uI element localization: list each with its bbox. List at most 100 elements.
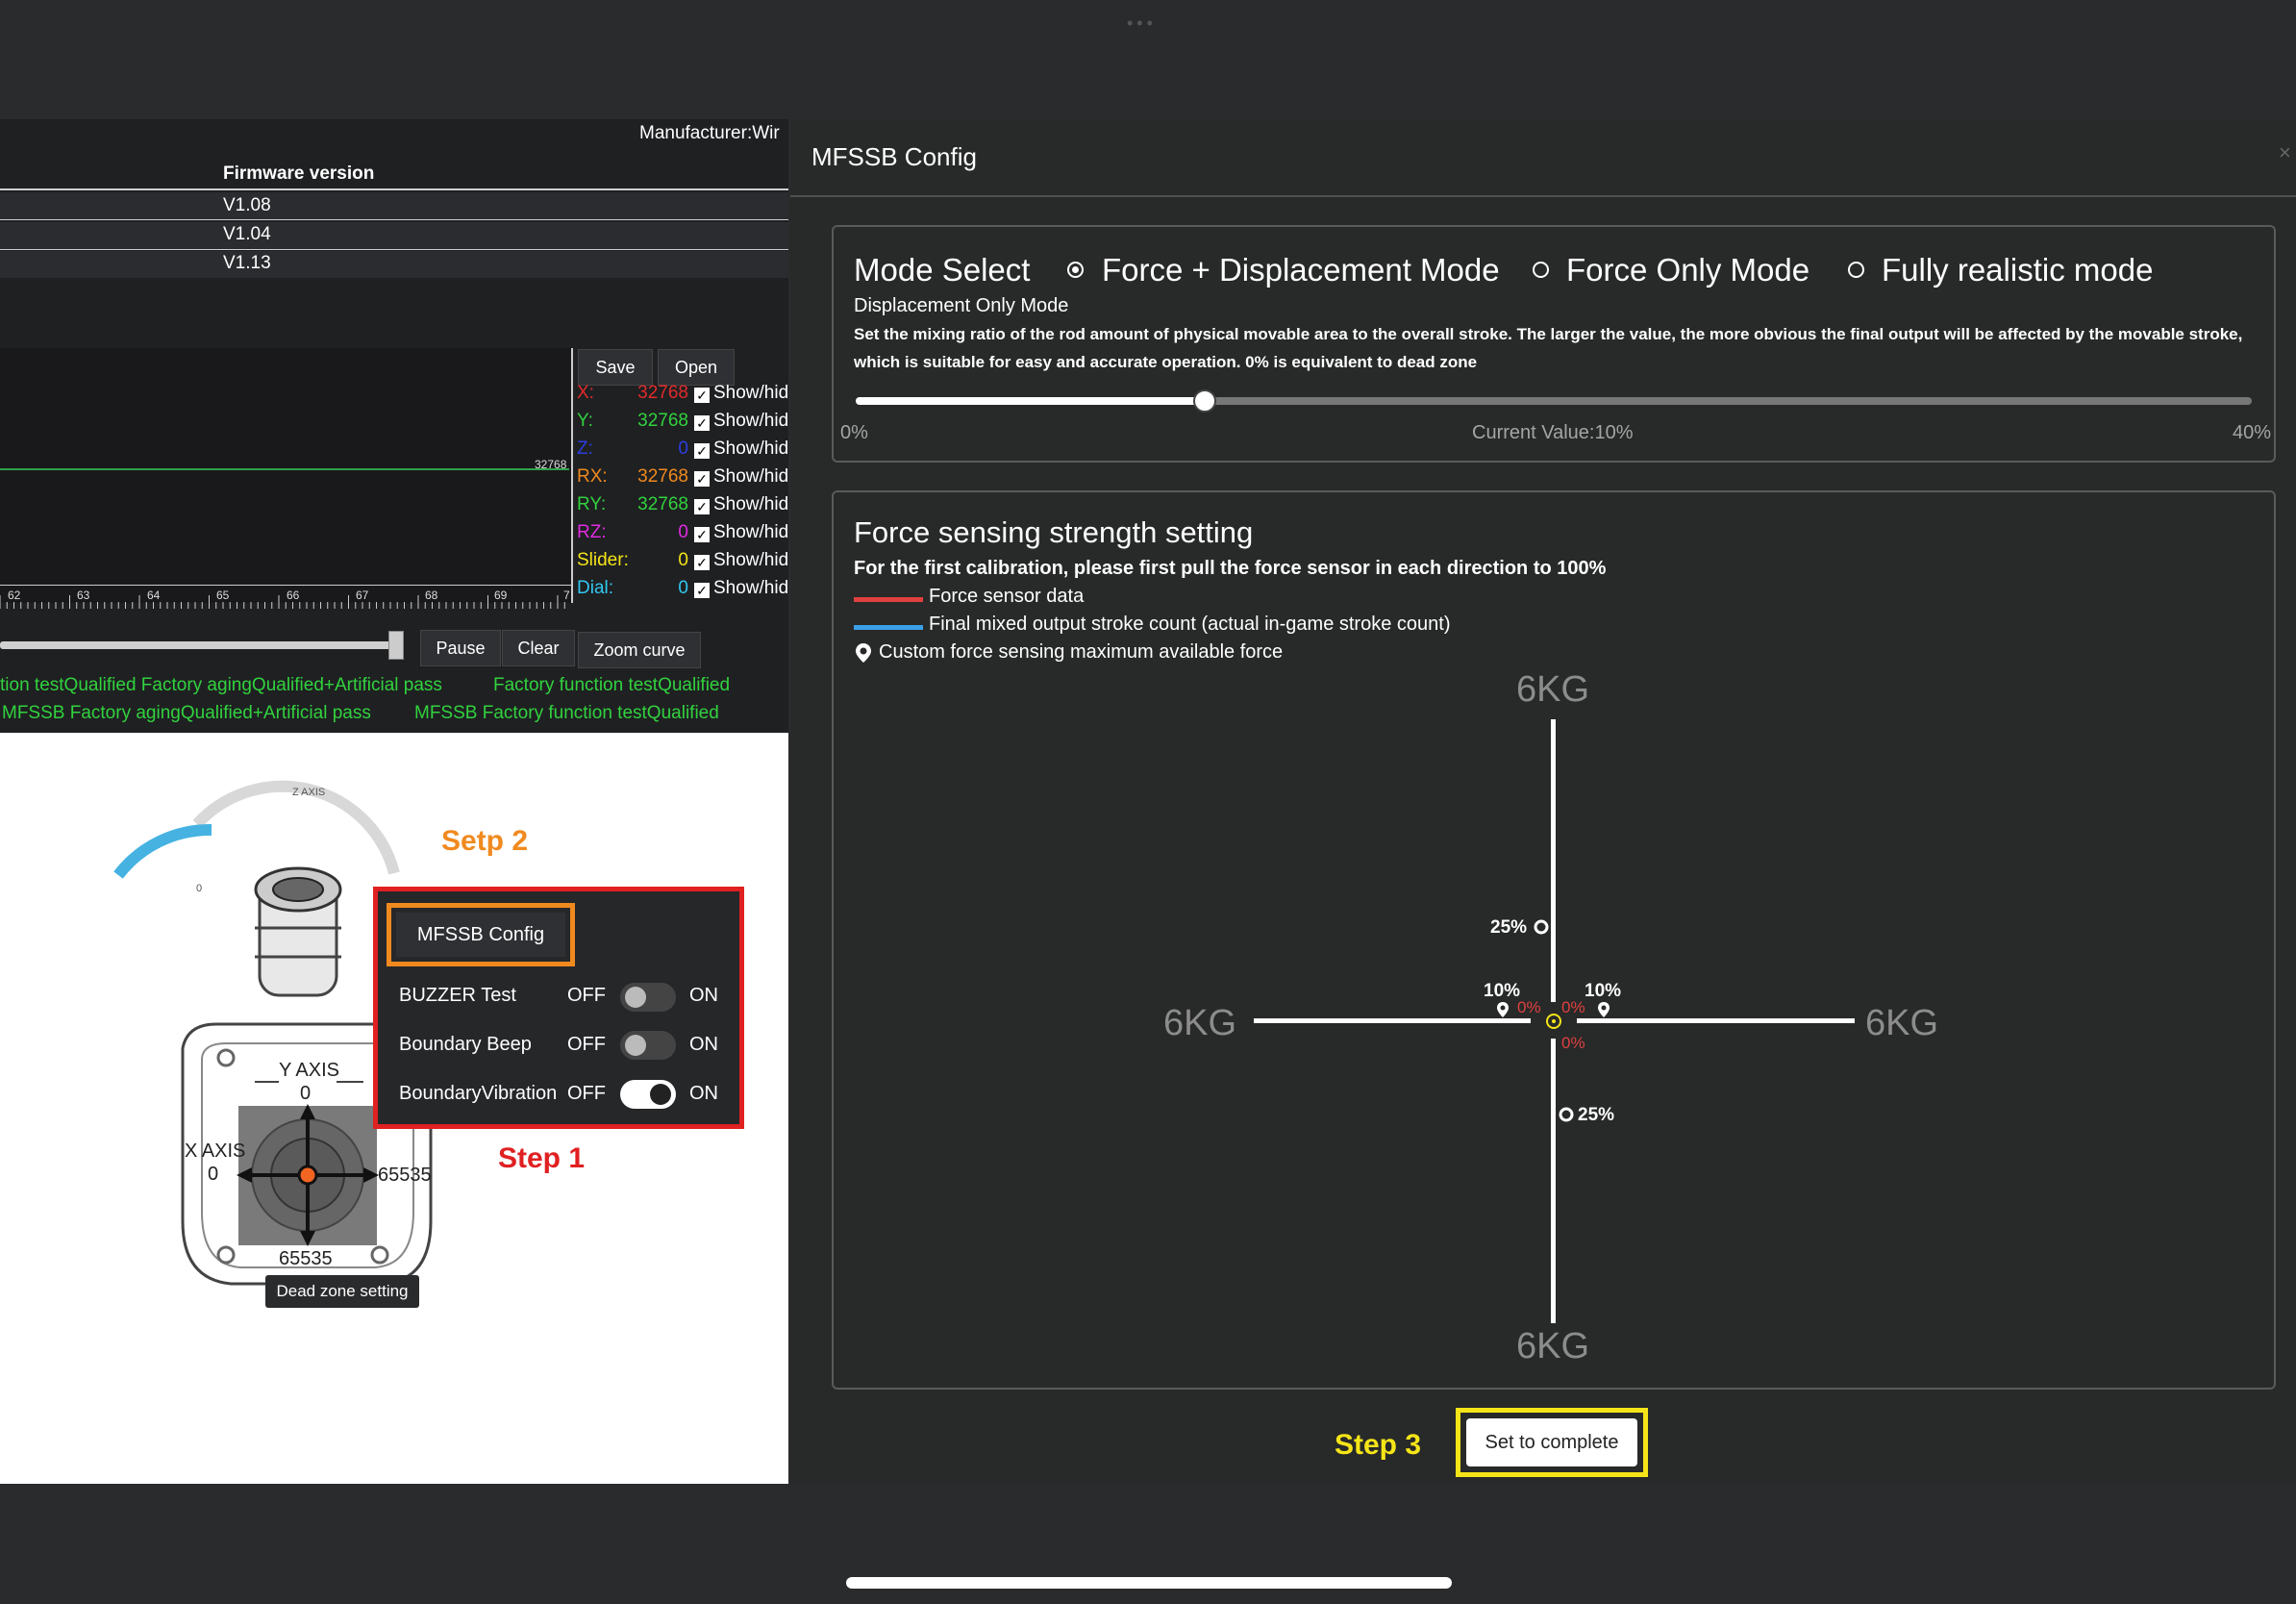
radio-fully-realistic[interactable]: [1848, 262, 1864, 279]
firmware-version: V1.04: [223, 224, 271, 244]
channel-value: 0: [678, 550, 688, 570]
divider: [0, 249, 788, 250]
factory-function-status: Factory function testQualified: [493, 675, 731, 695]
time-slider[interactable]: [0, 641, 394, 649]
channel-value: 32768: [637, 494, 688, 514]
clear-button[interactable]: Clear: [502, 630, 575, 666]
force-left-percent[interactable]: 10%: [1484, 981, 1520, 1002]
marker-up-icon[interactable]: [1534, 918, 1549, 936]
show-hide-checkbox[interactable]: ✓: [694, 471, 710, 487]
show-hide-checkbox[interactable]: ✓: [694, 555, 710, 570]
pause-button[interactable]: Pause: [420, 630, 501, 666]
ruler-label: 62: [8, 589, 21, 602]
mixing-ratio-fill: [856, 397, 1206, 405]
show-hide-label: Show/hid: [713, 383, 789, 403]
marker-right-icon[interactable]: [1596, 1001, 1611, 1018]
kg-right-label: 6KG: [1865, 1003, 1939, 1043]
x-axis-min: 0: [208, 1164, 219, 1185]
mfssb-config-button[interactable]: MFSSB Config: [396, 913, 565, 957]
show-hide-checkbox[interactable]: ✓: [694, 388, 710, 403]
ruler-label: 67: [356, 589, 369, 602]
marker-left-icon[interactable]: [1495, 1001, 1510, 1018]
channel-row: RY: 32768 ✓ Show/hid: [577, 494, 788, 519]
show-hide-label: Show/hid: [713, 578, 789, 598]
dialog-title: MFSSB Config: [811, 142, 977, 171]
ruler-label: 63: [77, 589, 90, 602]
table-row: [0, 222, 788, 249]
legend-force-swatch: [854, 597, 923, 602]
force-right-percent[interactable]: 10%: [1585, 981, 1621, 1002]
mode-force-displacement[interactable]: Force + Displacement Mode: [1102, 252, 1500, 288]
boundary-vibration-toggle[interactable]: [620, 1080, 676, 1109]
open-button[interactable]: Open: [658, 349, 735, 386]
mode-force-only[interactable]: Force Only Mode: [1566, 252, 1809, 288]
show-hide-checkbox[interactable]: ✓: [694, 415, 710, 431]
on-label: ON: [689, 1034, 718, 1055]
force-subtitle: For the first calibration, please first …: [854, 558, 1607, 579]
on-label: ON: [689, 985, 718, 1006]
mixing-description: Set the mixing ratio of the rod amount o…: [854, 325, 2243, 371]
center-point-icon: [1546, 1014, 1561, 1029]
factory-test-status: tion testQualified Factory agingQualifie…: [0, 675, 442, 695]
force-up-percent[interactable]: 25%: [1490, 917, 1527, 939]
channel-value: 32768: [637, 466, 688, 487]
show-hide-checkbox[interactable]: ✓: [694, 527, 710, 542]
off-label: OFF: [567, 1083, 606, 1104]
force-down-percent[interactable]: 25%: [1578, 1105, 1614, 1126]
close-icon[interactable]: ×: [2279, 140, 2291, 165]
channel-row: RZ: 0 ✓ Show/hid: [577, 522, 788, 547]
x-axis-max: 65535: [378, 1165, 432, 1186]
show-hide-label: Show/hid: [713, 466, 789, 487]
channel-value: 0: [678, 522, 688, 542]
table-row: [0, 251, 788, 278]
mixing-ratio-handle[interactable]: [1193, 389, 1216, 413]
time-slider-handle[interactable]: [388, 631, 404, 660]
radio-force-only[interactable]: [1533, 262, 1549, 279]
channel-row: Z: 0 ✓ Show/hid: [577, 439, 788, 464]
kg-bottom-label: 6KG: [1516, 1326, 1590, 1366]
channel-row: X: 32768 ✓ Show/hid: [577, 383, 788, 408]
zoom-curve-button[interactable]: Zoom curve: [578, 632, 701, 668]
mode-select-label: Mode Select: [854, 252, 1031, 288]
location-pin-icon: [856, 643, 871, 663]
mode-displacement-only[interactable]: Displacement Only Mode: [854, 295, 1068, 317]
channel-value: 32768: [637, 411, 688, 431]
multitask-dots-icon[interactable]: •••: [1127, 13, 1169, 33]
force-zero-bottom: 0%: [1561, 1034, 1585, 1052]
radio-force-displacement[interactable]: [1067, 262, 1084, 279]
boundary-vibration-label: BoundaryVibration: [399, 1083, 558, 1104]
show-hide-checkbox[interactable]: ✓: [694, 443, 710, 459]
show-hide-label: Show/hid: [713, 439, 789, 459]
save-button[interactable]: Save: [578, 349, 653, 386]
ruler-label: 65: [216, 589, 230, 602]
channel-key: X:: [577, 383, 594, 403]
show-hide-checkbox[interactable]: ✓: [694, 499, 710, 514]
boundary-beep-toggle[interactable]: [620, 1031, 676, 1060]
home-indicator[interactable]: [846, 1577, 1452, 1589]
chart-series-line: [0, 468, 569, 470]
mfssb-function-status: MFSSB Factory function testQualified: [414, 703, 719, 723]
manufacturer-label: Manufacturer:Wir: [639, 123, 780, 143]
off-label: OFF: [567, 1034, 606, 1055]
force-zero-left: 0%: [1517, 998, 1541, 1016]
chart-y-axis: [571, 348, 573, 603]
channel-key: Z:: [577, 439, 593, 459]
channel-value: 32768: [637, 383, 688, 403]
current-value-label: Current Value:10%: [1472, 422, 1634, 443]
show-hide-checkbox[interactable]: ✓: [694, 583, 710, 598]
set-to-complete-button[interactable]: Set to complete: [1466, 1418, 1637, 1466]
ruler-label: 68: [425, 589, 438, 602]
firmware-version: V1.08: [223, 195, 271, 215]
legend-output-swatch: [854, 625, 923, 630]
firmware-version: V1.13: [223, 253, 271, 273]
buzzer-test-toggle[interactable]: [620, 983, 676, 1012]
show-hide-label: Show/hid: [713, 411, 789, 431]
chart-value-label: 32768: [535, 458, 567, 471]
buzzer-test-label: BUZZER Test: [399, 985, 516, 1006]
range-min-label: 0%: [840, 422, 868, 443]
mode-fully-realistic[interactable]: Fully realistic mode: [1882, 252, 2153, 288]
ruler-label: 66: [287, 589, 300, 602]
channel-row: Slider: 0 ✓ Show/hid: [577, 550, 788, 575]
dead-zone-tooltip[interactable]: Dead zone setting: [265, 1275, 419, 1308]
marker-down-icon[interactable]: [1559, 1106, 1574, 1123]
